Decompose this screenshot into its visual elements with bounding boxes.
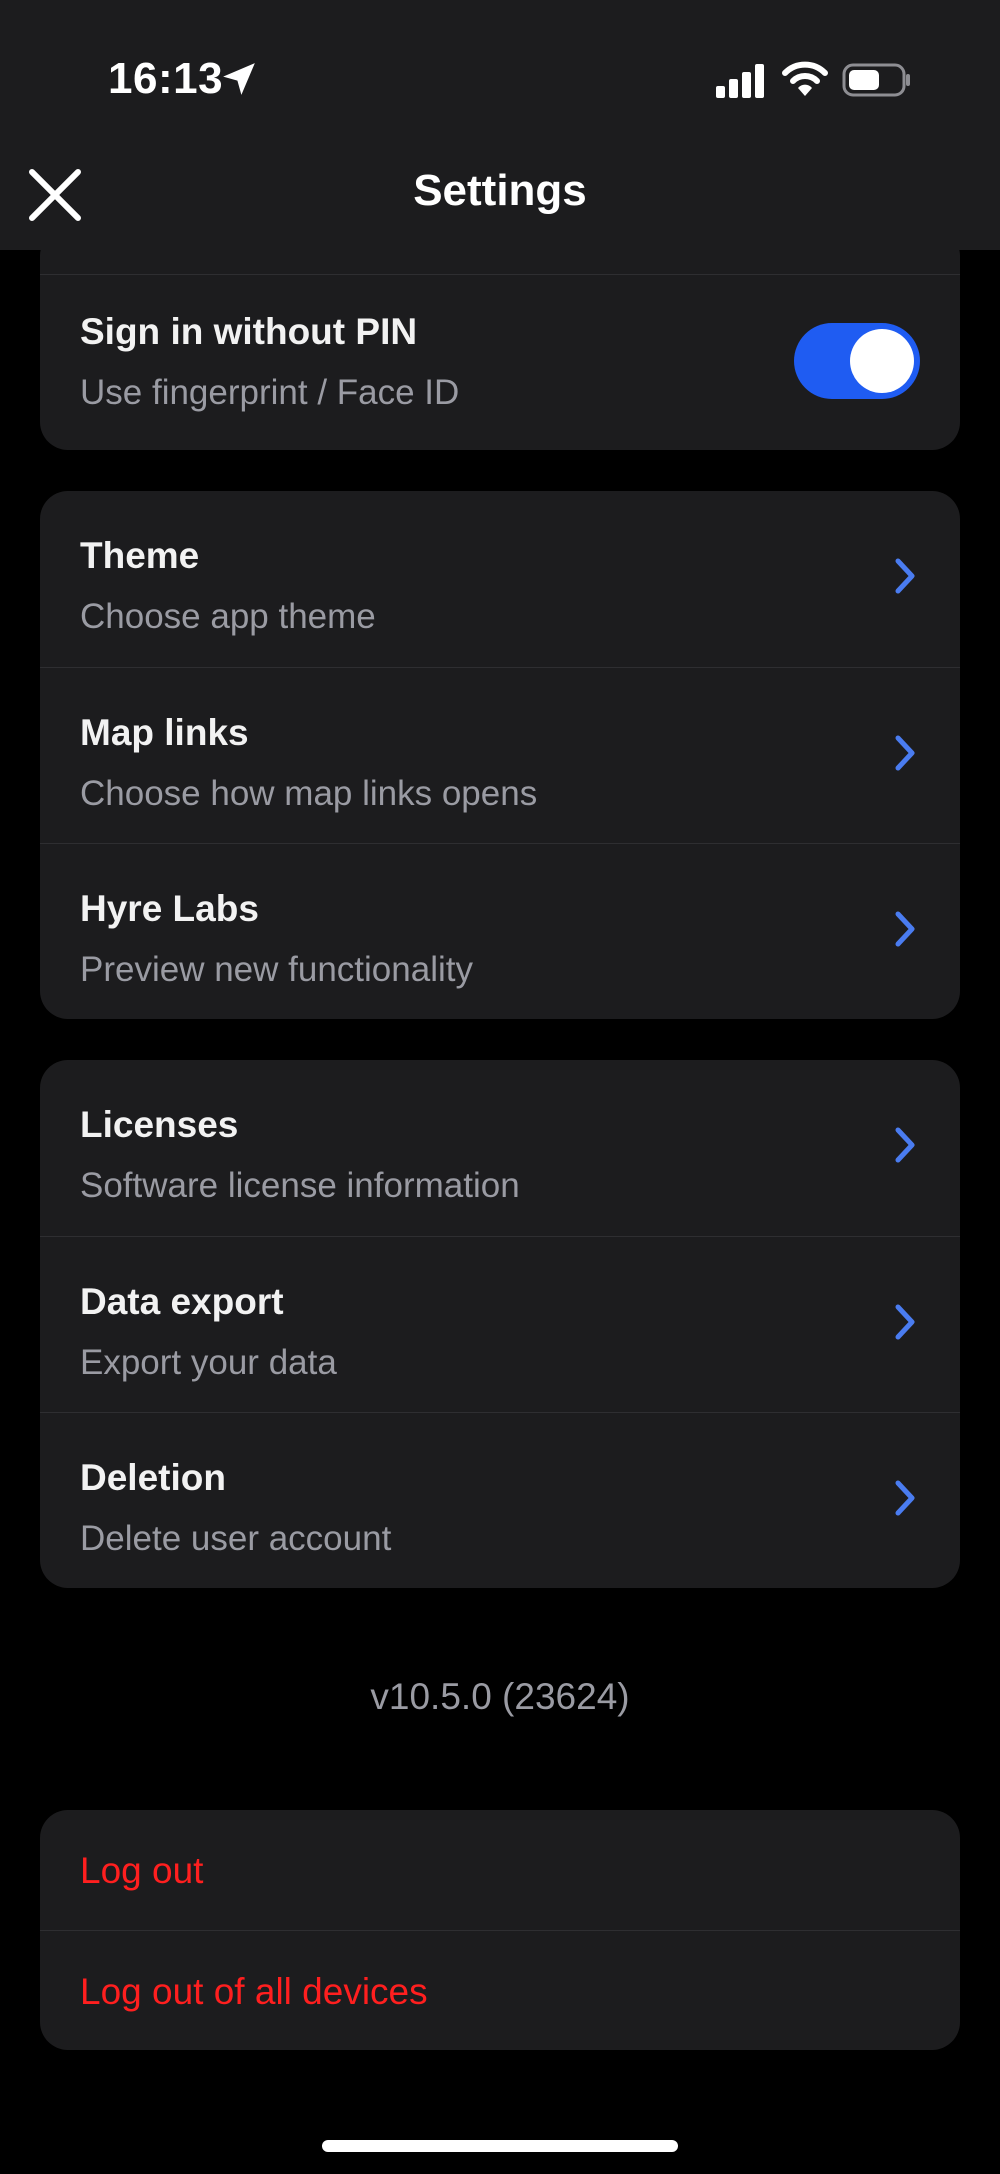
toggle-knob <box>850 329 914 393</box>
account-card: Licenses Software license information Da… <box>40 1060 960 1588</box>
chevron-right-icon <box>895 1127 915 1163</box>
chevron-right-icon <box>895 558 915 594</box>
settings-item-licenses[interactable]: Licenses Software license information <box>40 1060 960 1236</box>
settings-item-subtitle: Software license information <box>80 1166 520 1205</box>
top-bar: 16:13 Settings <box>0 0 1000 250</box>
settings-item-subtitle: Export your data <box>80 1343 337 1382</box>
settings-item-subtitle: Preview new functionality <box>80 950 473 989</box>
settings-item-subtitle: Choose app theme <box>80 597 376 636</box>
settings-screen: 16:13 Settings Sign in without PIN Use f… <box>0 0 1000 2174</box>
chevron-right-icon <box>895 911 915 947</box>
sign-in-without-pin-toggle[interactable] <box>794 323 920 399</box>
page-title: Settings <box>413 166 587 215</box>
battery-icon <box>842 63 910 97</box>
sign-in-without-pin-title: Sign in without PIN <box>80 311 418 352</box>
settings-item-title: Data export <box>80 1281 284 1322</box>
chevron-right-icon <box>895 735 915 771</box>
log-out-all-devices-button[interactable]: Log out of all devices <box>40 1930 960 2050</box>
settings-item-theme[interactable]: Theme Choose app theme <box>40 491 960 667</box>
chevron-right-icon <box>895 1304 915 1340</box>
settings-item-deletion[interactable]: Deletion Delete user account <box>40 1412 960 1588</box>
security-card: Sign in without PIN Use fingerprint / Fa… <box>40 228 960 450</box>
cellular-signal-icon <box>716 64 764 98</box>
app-version: v10.5.0 (23624) <box>370 1676 630 1717</box>
log-out-all-devices-label: Log out of all devices <box>80 1971 428 2012</box>
sign-in-without-pin-row[interactable]: Sign in without PIN Use fingerprint / Fa… <box>40 274 960 450</box>
log-out-label: Log out <box>80 1850 204 1891</box>
settings-item-subtitle: Delete user account <box>80 1519 392 1558</box>
logout-card: Log out Log out of all devices <box>40 1810 960 2050</box>
preferences-card: Theme Choose app theme Map links Choose … <box>40 491 960 1019</box>
settings-item-hyre-labs[interactable]: Hyre Labs Preview new functionality <box>40 843 960 1019</box>
wifi-icon <box>782 61 828 96</box>
chevron-right-icon <box>895 1480 915 1516</box>
location-arrow-icon <box>223 63 255 95</box>
settings-item-subtitle: Choose how map links opens <box>80 774 538 813</box>
status-time: 16:13 <box>108 54 224 103</box>
home-indicator[interactable] <box>322 2140 678 2152</box>
settings-item-title: Map links <box>80 712 249 753</box>
settings-item-map-links[interactable]: Map links Choose how map links opens <box>40 667 960 843</box>
settings-item-data-export[interactable]: Data export Export your data <box>40 1236 960 1412</box>
settings-item-title: Deletion <box>80 1457 226 1498</box>
settings-item-title: Theme <box>80 535 200 576</box>
sign-in-without-pin-subtitle: Use fingerprint / Face ID <box>80 373 460 412</box>
settings-item-title: Licenses <box>80 1104 239 1145</box>
settings-item-title: Hyre Labs <box>80 888 259 929</box>
log-out-button[interactable]: Log out <box>40 1810 960 1930</box>
